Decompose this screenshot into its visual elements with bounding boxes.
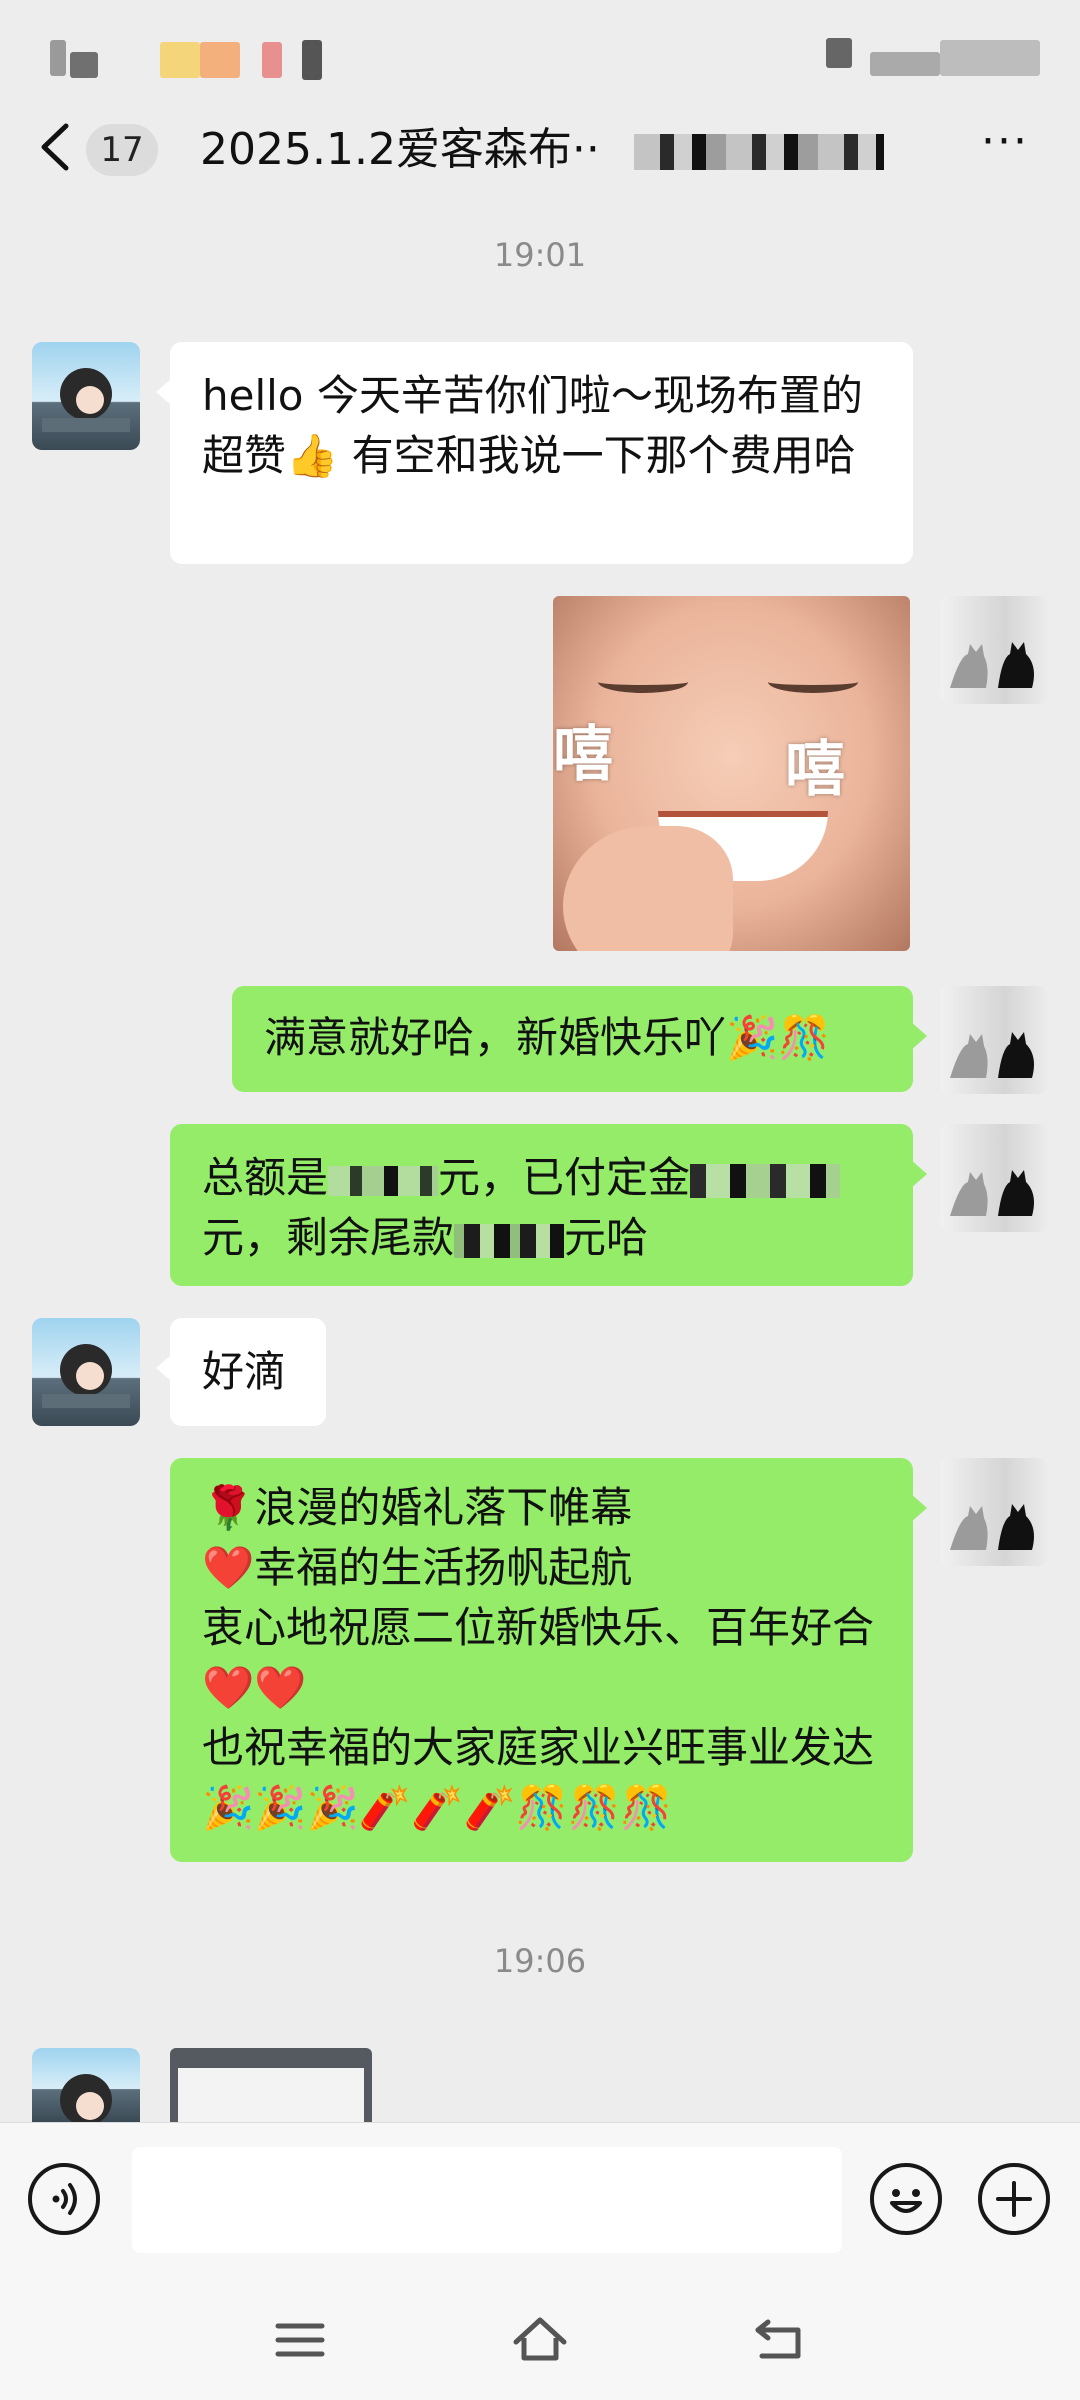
message-text: 元哈 xyxy=(564,1213,649,1262)
sticker-eye xyxy=(768,671,858,693)
anime-girl-avatar-icon xyxy=(42,1344,130,1408)
emoji-icon xyxy=(890,2189,922,2213)
message-bubble-incoming[interactable]: hello 今天辛苦你们啦～现场布置的超赞👍 有空和我说一下那个费用哈 xyxy=(156,342,913,564)
message-text: 元，已付定金 xyxy=(438,1153,691,1202)
input-bar xyxy=(0,2122,1080,2282)
title-redaction xyxy=(633,134,884,170)
more-options-button[interactable]: ··· xyxy=(970,120,1040,178)
contact-avatar[interactable] xyxy=(32,342,140,450)
anime-girl-avatar-icon xyxy=(42,368,130,432)
plus-icon xyxy=(996,2181,1032,2217)
message-timestamp: 19:06 xyxy=(493,1942,587,1980)
message-bubble-outgoing[interactable]: 满意就好哈，新婚快乐吖🎉🎊 xyxy=(232,986,927,1092)
unread-count-badge[interactable]: 17 xyxy=(86,124,158,176)
sticker-caption-left: 嘻 xyxy=(553,720,613,790)
cats-avatar-icon xyxy=(950,642,1034,688)
status-blur xyxy=(870,52,940,76)
message-text: 满意就好哈，新婚快乐吖🎉🎊 xyxy=(264,1013,831,1062)
sticker-hand xyxy=(563,826,733,951)
message-text: 总额是 xyxy=(202,1153,329,1202)
back-button[interactable] xyxy=(38,122,88,178)
message-text: 好滴 xyxy=(202,1347,287,1396)
message-input[interactable] xyxy=(132,2147,842,2253)
status-blur xyxy=(826,38,852,68)
my-avatar[interactable] xyxy=(940,1458,1048,1566)
my-avatar[interactable] xyxy=(940,986,1048,1094)
screenshot-thumbnail xyxy=(178,2068,364,2122)
message-bubble-outgoing[interactable]: 🌹浪漫的婚礼落下帷幕 ❤️幸福的生活扬帆起航 衷心地祝愿二位新婚快乐、百年好合❤… xyxy=(170,1458,927,1862)
chat-title[interactable]: 2025.1.2爱客森布·· xyxy=(200,120,884,180)
status-bar xyxy=(0,0,1080,110)
system-nav-bar xyxy=(0,2282,1080,2400)
chat-title-text: 2025.1.2爱客森布·· xyxy=(200,124,600,175)
cats-avatar-icon xyxy=(950,1170,1034,1216)
message-text: 元，剩余尾款 xyxy=(202,1213,455,1262)
status-blur xyxy=(200,42,240,78)
message-bubble-incoming[interactable]: 好滴 xyxy=(156,1318,326,1426)
anime-girl-avatar-icon xyxy=(60,2074,112,2122)
my-avatar[interactable] xyxy=(940,596,1048,704)
contact-avatar[interactable] xyxy=(32,1318,140,1426)
my-avatar[interactable] xyxy=(940,1124,1048,1232)
cats-avatar-icon xyxy=(950,1504,1034,1550)
voice-icon xyxy=(52,2183,77,2215)
status-blur xyxy=(50,40,66,76)
status-blur xyxy=(262,42,282,78)
image-message-thumbnail[interactable] xyxy=(170,2048,372,2122)
message-text: 🌹浪漫的婚礼落下帷幕 ❤️幸福的生活扬帆起航 衷心地祝愿二位新婚快乐、百年好合❤… xyxy=(202,1483,875,1832)
back-icon xyxy=(755,2319,801,2359)
chat-header: 17 2025.1.2爱客森布·· ··· xyxy=(0,100,1080,200)
status-blur xyxy=(160,42,200,78)
redacted-amount xyxy=(690,1163,841,1198)
chevron-left-icon xyxy=(41,123,69,171)
contact-avatar[interactable] xyxy=(32,2048,140,2122)
menu-button[interactable] xyxy=(270,2314,330,2366)
sticker-caption-right: 嘻 xyxy=(785,735,845,805)
back-nav-button[interactable] xyxy=(750,2314,810,2366)
emoji-button[interactable] xyxy=(870,2163,942,2235)
home-button[interactable] xyxy=(510,2314,570,2366)
menu-icon xyxy=(275,2323,325,2357)
redacted-amount xyxy=(454,1223,565,1258)
sticker-image[interactable]: 嘻 嘻 xyxy=(553,596,910,951)
message-text: hello 今天辛苦你们啦～现场布置的超赞👍 有空和我说一下那个费用哈 xyxy=(202,371,863,480)
sticker-eye xyxy=(598,671,688,693)
status-blur xyxy=(302,40,322,80)
status-blur xyxy=(70,52,98,78)
cats-avatar-icon xyxy=(950,1032,1034,1078)
status-blur xyxy=(940,40,1040,76)
voice-button[interactable] xyxy=(28,2163,100,2235)
home-icon xyxy=(513,2317,567,2361)
message-bubble-outgoing[interactable]: 总额是 元，已付定金 元，剩余尾款 元哈 xyxy=(170,1124,927,1286)
redacted-amount xyxy=(328,1165,439,1196)
message-timestamp: 19:01 xyxy=(493,236,587,274)
message-line: 元，剩余尾款 元哈 xyxy=(202,1208,881,1268)
plus-button[interactable] xyxy=(978,2163,1050,2235)
message-line: 总额是 元，已付定金 xyxy=(202,1148,881,1208)
